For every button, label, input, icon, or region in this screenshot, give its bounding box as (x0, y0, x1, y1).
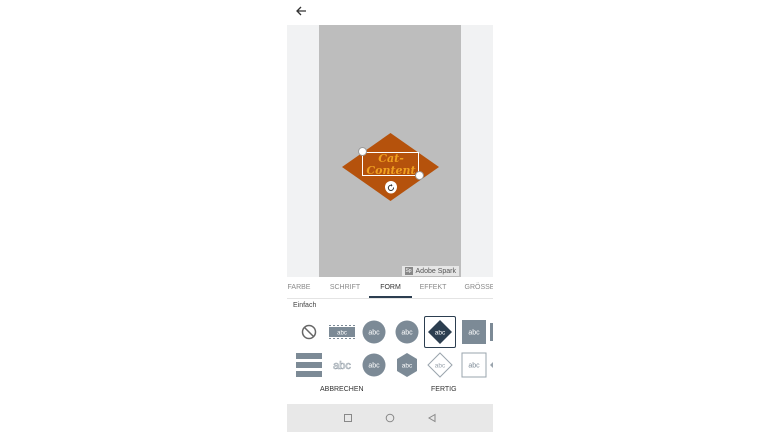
shape-partial-2[interactable] (488, 350, 493, 380)
done-button[interactable]: FERTIG (431, 386, 457, 393)
phone-screen: Cat- Content Sp Adobe Spark FARBE SCHRIF… (287, 0, 493, 432)
shape-circle[interactable]: abc (359, 317, 389, 347)
shape-diamond-outline[interactable]: abc (425, 350, 455, 380)
tab-form[interactable]: FORM (369, 277, 412, 298)
svg-text:abc: abc (468, 363, 480, 370)
design-canvas[interactable]: Cat- Content Sp Adobe Spark (319, 25, 461, 277)
shape-circle-alt[interactable]: abc (392, 317, 422, 347)
shape-circle-2[interactable]: abc (359, 350, 389, 380)
adobe-spark-logo-icon: Sp (404, 267, 413, 275)
selection-box[interactable] (362, 152, 419, 176)
svg-text:abc: abc (368, 363, 380, 370)
shape-partial[interactable] (490, 317, 493, 347)
home-icon[interactable] (384, 412, 396, 424)
shape-hexagon[interactable]: abc (392, 350, 422, 380)
system-nav-bar (287, 404, 493, 432)
section-title: Einfach (293, 302, 317, 309)
shape-none[interactable] (294, 317, 324, 347)
svg-text:abc: abc (435, 363, 446, 370)
svg-text:abc: abc (402, 363, 413, 370)
shape-banner[interactable]: abc (327, 317, 357, 347)
watermark: Sp Adobe Spark (401, 266, 459, 276)
svg-text:abc: abc (435, 330, 446, 337)
back-icon[interactable] (426, 412, 438, 424)
svg-text:abc: abc (401, 330, 413, 337)
svg-text:abc: abc (468, 330, 480, 337)
resize-handle[interactable] (415, 171, 424, 180)
resize-handle[interactable] (358, 147, 367, 156)
shape-plain-text[interactable]: abc (327, 350, 357, 380)
shape-square[interactable]: abc (459, 317, 489, 347)
back-arrow-icon[interactable] (293, 3, 309, 19)
rotate-icon[interactable] (385, 181, 397, 194)
app-bar (287, 0, 493, 25)
cancel-button[interactable]: ABBRECHEN (320, 386, 364, 393)
shape-square-outline[interactable]: abc (459, 350, 489, 380)
active-tab-indicator (369, 296, 412, 298)
recent-apps-icon[interactable] (342, 412, 354, 424)
tab-farbe[interactable]: FARBE (287, 277, 311, 298)
watermark-text: Adobe Spark (415, 267, 456, 275)
svg-text:abc: abc (337, 331, 347, 337)
tab-schrift[interactable]: SCHRIFT (329, 277, 361, 298)
shape-bars[interactable] (294, 350, 324, 380)
canvas-area: Cat- Content Sp Adobe Spark (287, 25, 493, 277)
tab-groesse[interactable]: GRÖSSE (464, 277, 493, 298)
shape-diamond-selected[interactable]: abc (424, 316, 456, 348)
tab-effekt[interactable]: EFFEKT (417, 277, 449, 298)
svg-text:abc: abc (333, 360, 351, 372)
svg-text:abc: abc (368, 330, 380, 337)
